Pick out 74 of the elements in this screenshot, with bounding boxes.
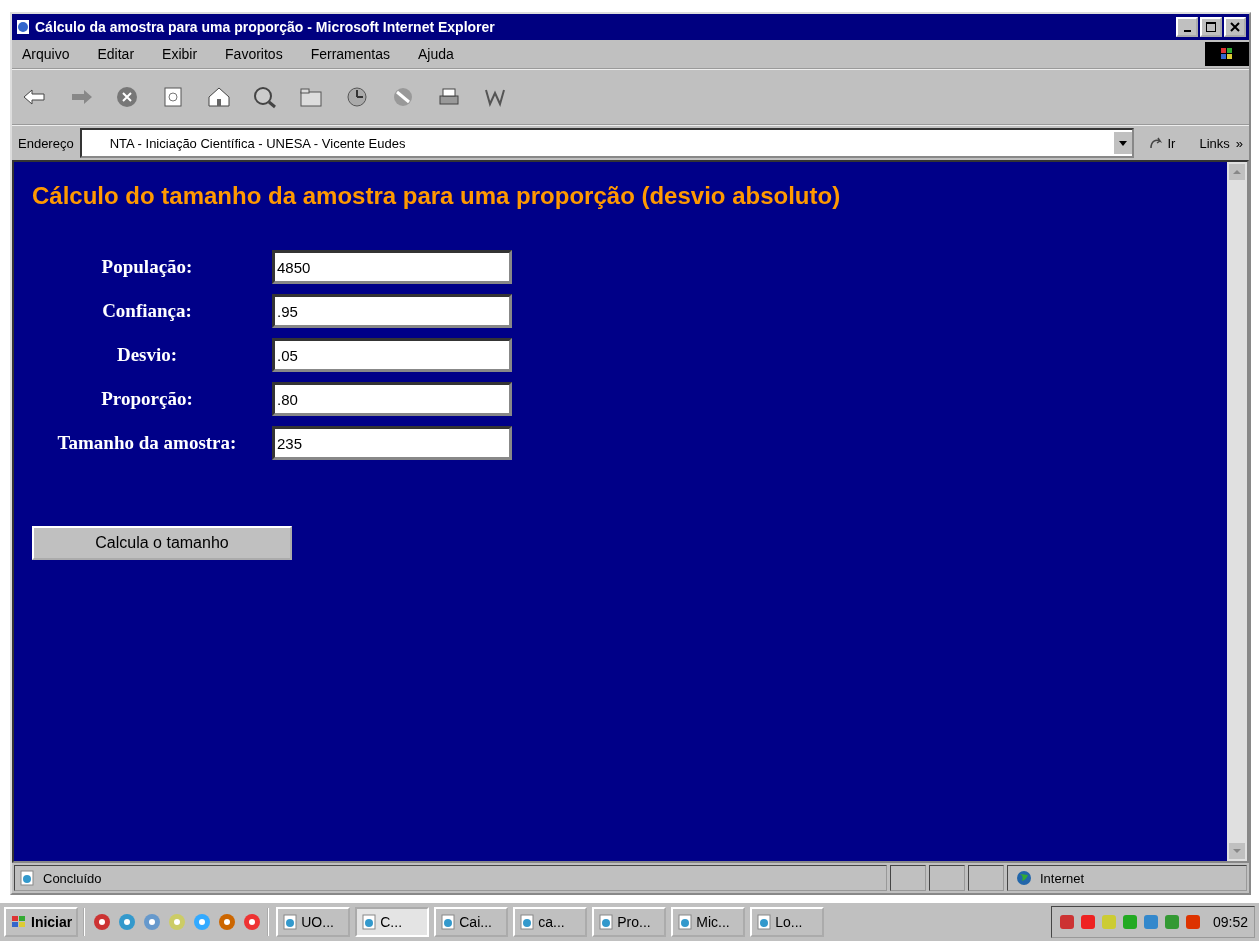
taskbar-button[interactable]: ca... bbox=[513, 907, 588, 937]
menu-item[interactable]: Editar bbox=[97, 46, 135, 62]
input-field[interactable]: .95 bbox=[272, 294, 512, 328]
more-chevron[interactable]: » bbox=[1235, 135, 1243, 151]
status-panel bbox=[890, 865, 926, 891]
menu-item[interactable]: Favoritos bbox=[225, 46, 283, 62]
input-field[interactable]: 4850 bbox=[272, 250, 512, 284]
menu-item[interactable]: Ferramentas bbox=[310, 46, 390, 62]
links-label[interactable]: Links bbox=[1199, 135, 1230, 151]
menu-item[interactable]: Exibir bbox=[162, 46, 198, 62]
input-field[interactable]: 235 bbox=[272, 426, 512, 460]
tray-icon[interactable] bbox=[1162, 913, 1181, 931]
field-label: Desvio: bbox=[115, 344, 179, 366]
windows-logo-icon bbox=[1205, 42, 1249, 66]
taskbar-button[interactable]: UO... bbox=[276, 907, 351, 937]
vertical-scrollbar[interactable] bbox=[1227, 162, 1247, 861]
scroll-up-icon[interactable] bbox=[1229, 164, 1245, 180]
minimize-button[interactable] bbox=[1176, 17, 1198, 37]
quick-launch-icon[interactable] bbox=[142, 912, 163, 932]
tray-icon[interactable] bbox=[1183, 913, 1202, 931]
start-button[interactable]: Iniciar bbox=[4, 907, 79, 937]
input-field[interactable]: .05 bbox=[272, 338, 512, 372]
status-panel bbox=[968, 865, 1004, 891]
status-text: Concluído bbox=[43, 870, 102, 886]
status-panel bbox=[929, 865, 965, 891]
go-button[interactable]: Ir bbox=[1140, 135, 1194, 151]
windows-flag-icon bbox=[10, 914, 28, 930]
taskbar-button[interactable]: Cai... bbox=[434, 907, 509, 937]
maximize-icon bbox=[1206, 22, 1216, 32]
quick-launch-icon[interactable] bbox=[117, 912, 138, 932]
menu-item[interactable]: Ajuda bbox=[418, 46, 454, 62]
window-title: Cálculo da amostra para uma proporção - Microsoft Internet Explorer bbox=[35, 19, 496, 35]
quick-launch-icon[interactable] bbox=[242, 912, 263, 932]
calculate-button[interactable]: Calcula o tamanho bbox=[32, 526, 292, 560]
window-icon bbox=[440, 914, 457, 930]
close-button[interactable] bbox=[1224, 17, 1246, 37]
input-field[interactable]: .80 bbox=[272, 382, 512, 416]
field-label: Proporção: bbox=[100, 388, 194, 410]
tray-icon[interactable] bbox=[1078, 913, 1097, 931]
page-icon bbox=[19, 870, 35, 886]
maximize-button[interactable] bbox=[1200, 17, 1222, 37]
quick-launch-icon[interactable] bbox=[192, 912, 213, 932]
address-field[interactable]: NTA - Iniciação Científica - UNESA - Vicente Eudes bbox=[79, 128, 1135, 158]
taskbar-button[interactable]: Lo... bbox=[750, 907, 825, 937]
dropdown-icon[interactable] bbox=[1114, 132, 1133, 154]
page-title: Cálculo do tamanho da amostra para uma proporção (desvio absoluto) bbox=[32, 182, 842, 210]
go-arrow-icon bbox=[1148, 135, 1165, 151]
globe-icon bbox=[1016, 870, 1032, 886]
window-icon bbox=[519, 914, 536, 930]
zone-text: Internet bbox=[1040, 870, 1085, 886]
window-icon bbox=[756, 914, 773, 930]
taskbar-button[interactable]: C... bbox=[355, 907, 430, 937]
tray-icon[interactable] bbox=[1057, 913, 1076, 931]
window-icon bbox=[361, 914, 378, 930]
quick-launch-icon[interactable] bbox=[92, 912, 113, 932]
close-icon bbox=[1230, 22, 1240, 32]
taskbar-button[interactable]: Mic... bbox=[671, 907, 746, 937]
window-icon bbox=[598, 914, 615, 930]
field-label: Confiança: bbox=[101, 300, 193, 322]
field-label: Tamanho da amostra: bbox=[56, 432, 238, 454]
window-icon bbox=[282, 914, 299, 930]
minimize-icon bbox=[1183, 30, 1191, 32]
menu-item[interactable]: Arquivo bbox=[22, 46, 70, 62]
browser-icon bbox=[15, 19, 31, 35]
address-value: NTA - Iniciação Científica - UNESA - Vicente Eudes bbox=[108, 135, 407, 151]
tray-icon[interactable] bbox=[1120, 913, 1139, 931]
clock: 09:52 bbox=[1212, 914, 1248, 930]
quick-launch-icon[interactable] bbox=[217, 912, 238, 932]
address-label: Endereço bbox=[18, 135, 74, 151]
field-label: População: bbox=[100, 256, 194, 278]
scroll-down-icon[interactable] bbox=[1229, 843, 1245, 859]
tray-icon[interactable] bbox=[1141, 913, 1160, 931]
taskbar-button[interactable]: Pro... bbox=[592, 907, 667, 937]
window-icon bbox=[677, 914, 694, 930]
